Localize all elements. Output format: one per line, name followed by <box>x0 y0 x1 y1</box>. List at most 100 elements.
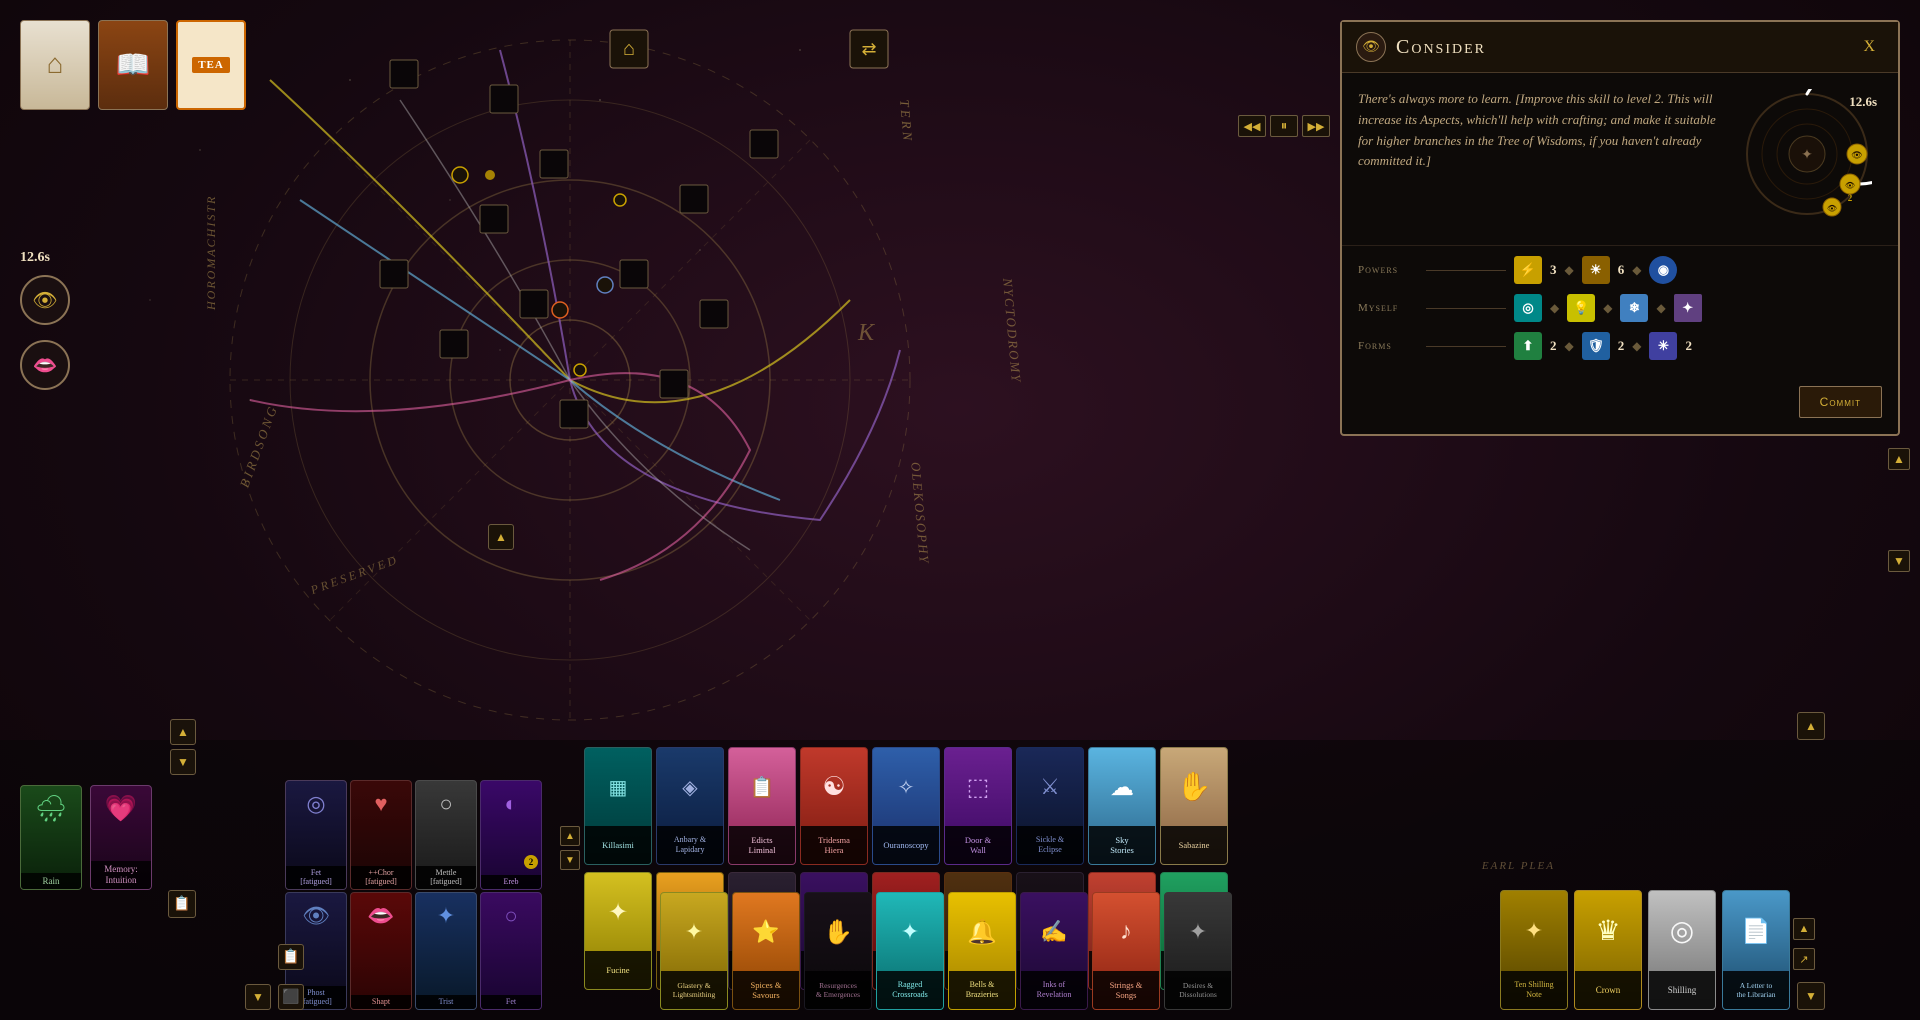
scrollbag-btn[interactable]: ⬛ <box>278 984 304 1010</box>
forms-count-3: 2 <box>1685 338 1692 354</box>
forward-btn[interactable]: ▶▶ <box>1302 115 1330 137</box>
ten-shilling-card[interactable]: ✦ Ten ShillingNote <box>1500 890 1568 1010</box>
main-up-nav-btn[interactable]: ▲ <box>1888 448 1910 470</box>
killasimi-label: Killasimi <box>585 826 651 864</box>
ten-shilling-label: Ten ShillingNote <box>1501 971 1567 1009</box>
mettle-card[interactable]: ○ Mettle[fatigued] <box>415 780 477 890</box>
forms-icon-2: 🛡 <box>1582 332 1610 360</box>
power-icon-1: ⚡ <box>1514 256 1542 284</box>
control-up-btn[interactable]: ▲ <box>170 719 196 745</box>
shilling-card[interactable]: ◎ Shilling <box>1648 890 1716 1010</box>
myself-label: Myself <box>1358 302 1418 314</box>
main-down-nav-btn[interactable]: ▼ <box>1888 550 1910 572</box>
anbary-card[interactable]: ◈ Anbary &Lapidary <box>656 747 724 865</box>
resurgences-card[interactable]: ✋ Resurgences& Emergences <box>804 892 872 1010</box>
myself-row: Myself ◎ ◆ 💡 ◆ ❄ ◆ ✦ <box>1358 294 1882 322</box>
top-left-cards: ⌂ 📖 TEA <box>20 20 246 110</box>
powers-row: Powers ⚡ 3 ◆ ☀ 6 ◆ ◉ <box>1358 256 1882 284</box>
myself-icon-3: ❄ <box>1620 294 1648 322</box>
scroll-up-btn[interactable]: ▲ <box>1797 712 1825 740</box>
forms-count-2: 2 <box>1618 338 1625 354</box>
tridesma-card[interactable]: ☯ TridesmaHiera <box>800 747 868 865</box>
right-export-btn[interactable]: ↗ <box>1793 948 1815 970</box>
ereb-card[interactable]: ◐ Ereb 2 <box>480 780 542 890</box>
cards-down-btn[interactable]: ▼ <box>560 850 580 870</box>
killasimi-card[interactable]: ▦ Killasimi <box>584 747 652 865</box>
strings-songs-label: Strings &Songs <box>1093 971 1159 1009</box>
myself-icon-4: ✦ <box>1674 294 1702 322</box>
right-cards-nav: ▲ <box>1793 918 1815 940</box>
rain-card[interactable]: 🌧 Rain <box>20 785 82 890</box>
right-bottom-cards: ✦ Ten ShillingNote ♛ Crown ◎ Shilling 📄 … <box>1500 890 1790 1010</box>
bottom-icon-btn[interactable]: 📋 <box>278 944 304 970</box>
memory-card-label: Memory: Intuition <box>91 861 151 889</box>
sabazine-label: Sabazine <box>1161 826 1227 864</box>
svg-text:NYCTODROMY: NYCTODROMY <box>1000 276 1024 384</box>
media-controls: ◀◀ ⏸ ▶▶ <box>1238 115 1330 137</box>
lips-icon-left[interactable]: 👄 <box>20 340 70 390</box>
edicts-card[interactable]: 📋 EdictsLiminal <box>728 747 796 865</box>
myself-icon-2: 💡 <box>1567 294 1595 322</box>
card-tea[interactable]: TEA <box>176 20 246 110</box>
trist-label: Trist <box>416 995 476 1009</box>
consider-eye-icon: 👁 <box>1356 32 1386 62</box>
strings-songs-card[interactable]: ♪ Strings &Songs <box>1092 892 1160 1010</box>
card-book[interactable]: 📖 <box>98 20 168 110</box>
cards-up-btn[interactable]: ▲ <box>560 826 580 846</box>
chor-card[interactable]: ♥ ++Chor[fatigued] <box>350 780 412 890</box>
sabazine-card[interactable]: ✋ Sabazine <box>1160 747 1228 865</box>
tea-label: TEA <box>192 57 230 73</box>
fet-card[interactable]: ◎ Fet[fatigued] <box>285 780 347 890</box>
sky-stories-label: SkyStories <box>1089 826 1155 864</box>
sickle-eclipse-card[interactable]: ⚔ Sickle &Eclipse <box>1016 747 1084 865</box>
mettle-label: Mettle[fatigued] <box>416 866 476 889</box>
ereb-label: Ereb <box>481 875 541 889</box>
glastery-card[interactable]: ✦ Glastery &Lightsmithing <box>660 892 728 1010</box>
eye-icon-left[interactable]: 👁 <box>20 275 70 325</box>
consider-btn-area: Commit <box>1342 386 1898 434</box>
shilling-label: Shilling <box>1649 971 1715 1009</box>
spices-card[interactable]: ⭐ Spices &Savours <box>732 892 800 1010</box>
svg-text:TERN: TERN <box>897 99 916 144</box>
left-scroll-up-btn[interactable]: ▲ <box>488 524 514 550</box>
rewind-btn[interactable]: ◀◀ <box>1238 115 1266 137</box>
shapt-card[interactable]: 👄 Shapt <box>350 892 412 1010</box>
pause-btn[interactable]: ⏸ <box>1270 115 1298 137</box>
powers-divider <box>1426 270 1506 271</box>
svg-text:HOROMACHISTR: HOROMACHISTR <box>204 195 218 311</box>
fet-label: Fet[fatigued] <box>286 866 346 889</box>
svg-text:⇄: ⇄ <box>861 39 876 59</box>
trist-card[interactable]: ✦ Trist <box>415 892 477 1010</box>
ouranoscopy-card[interactable]: ✧ Ouranoscopy <box>872 747 940 865</box>
edicts-label: EdictsLiminal <box>729 826 795 864</box>
forms-count-1: 2 <box>1550 338 1557 354</box>
sky-stories-card[interactable]: ☁ SkyStories <box>1088 747 1156 865</box>
memory-card[interactable]: 💗 Memory: Intuition <box>90 785 152 890</box>
bells-label: Bells &Brazieries <box>949 971 1015 1009</box>
scroll-down-btn[interactable]: ▼ <box>1797 982 1825 1010</box>
fet2-card[interactable]: ○ Fet <box>480 892 542 1010</box>
timer-left: 12.6s <box>20 250 50 266</box>
consider-close-btn[interactable]: X <box>1854 33 1884 61</box>
myself-icon-1: ◎ <box>1514 294 1542 322</box>
left-scroll-down-btn[interactable]: ▼ <box>245 984 271 1010</box>
shapt-label: Shapt <box>351 995 411 1009</box>
consider-description: There's always more to learn. [Improve t… <box>1358 89 1726 229</box>
main-cards-row1: ▦ Killasimi ◈ Anbary &Lapidary 📋 EdictsL… <box>584 747 1228 865</box>
desires-card[interactable]: ✦ Desires &Dissolutions <box>1164 892 1232 1010</box>
fucine-card[interactable]: ✦ Fucine <box>584 872 652 990</box>
commit-button[interactable]: Commit <box>1799 386 1882 418</box>
inks-card[interactable]: ✍ Inks ofRevelation <box>1020 892 1088 1010</box>
letter-card[interactable]: 📄 A Letter tothe Librarian <box>1722 890 1790 1010</box>
svg-text:👁: 👁 <box>1845 181 1855 190</box>
cards-right-up-btn[interactable]: ▲ <box>1793 918 1815 940</box>
bells-card[interactable]: 🔔 Bells &Brazieries <box>948 892 1016 1010</box>
action-slot-1[interactable]: 📋 <box>168 890 196 918</box>
game-map[interactable]: ⌂ ⇄ TERN NYCTODROMY OLEKOSOPHY BIRDSONG … <box>0 0 1920 1020</box>
door-wall-card[interactable]: ⬚ Door &Wall <box>944 747 1012 865</box>
bottom-left-4-cards-row2: 👁 Phost[fatigued] 👄 Shapt ✦ Trist ○ Fet <box>285 892 542 1010</box>
crown-card[interactable]: ♛ Crown <box>1574 890 1642 1010</box>
control-down-btn[interactable]: ▼ <box>170 749 196 775</box>
ragged-crossroads-card[interactable]: ✦ RaggedCrossroads <box>876 892 944 1010</box>
card-white-tower[interactable]: ⌂ <box>20 20 90 110</box>
